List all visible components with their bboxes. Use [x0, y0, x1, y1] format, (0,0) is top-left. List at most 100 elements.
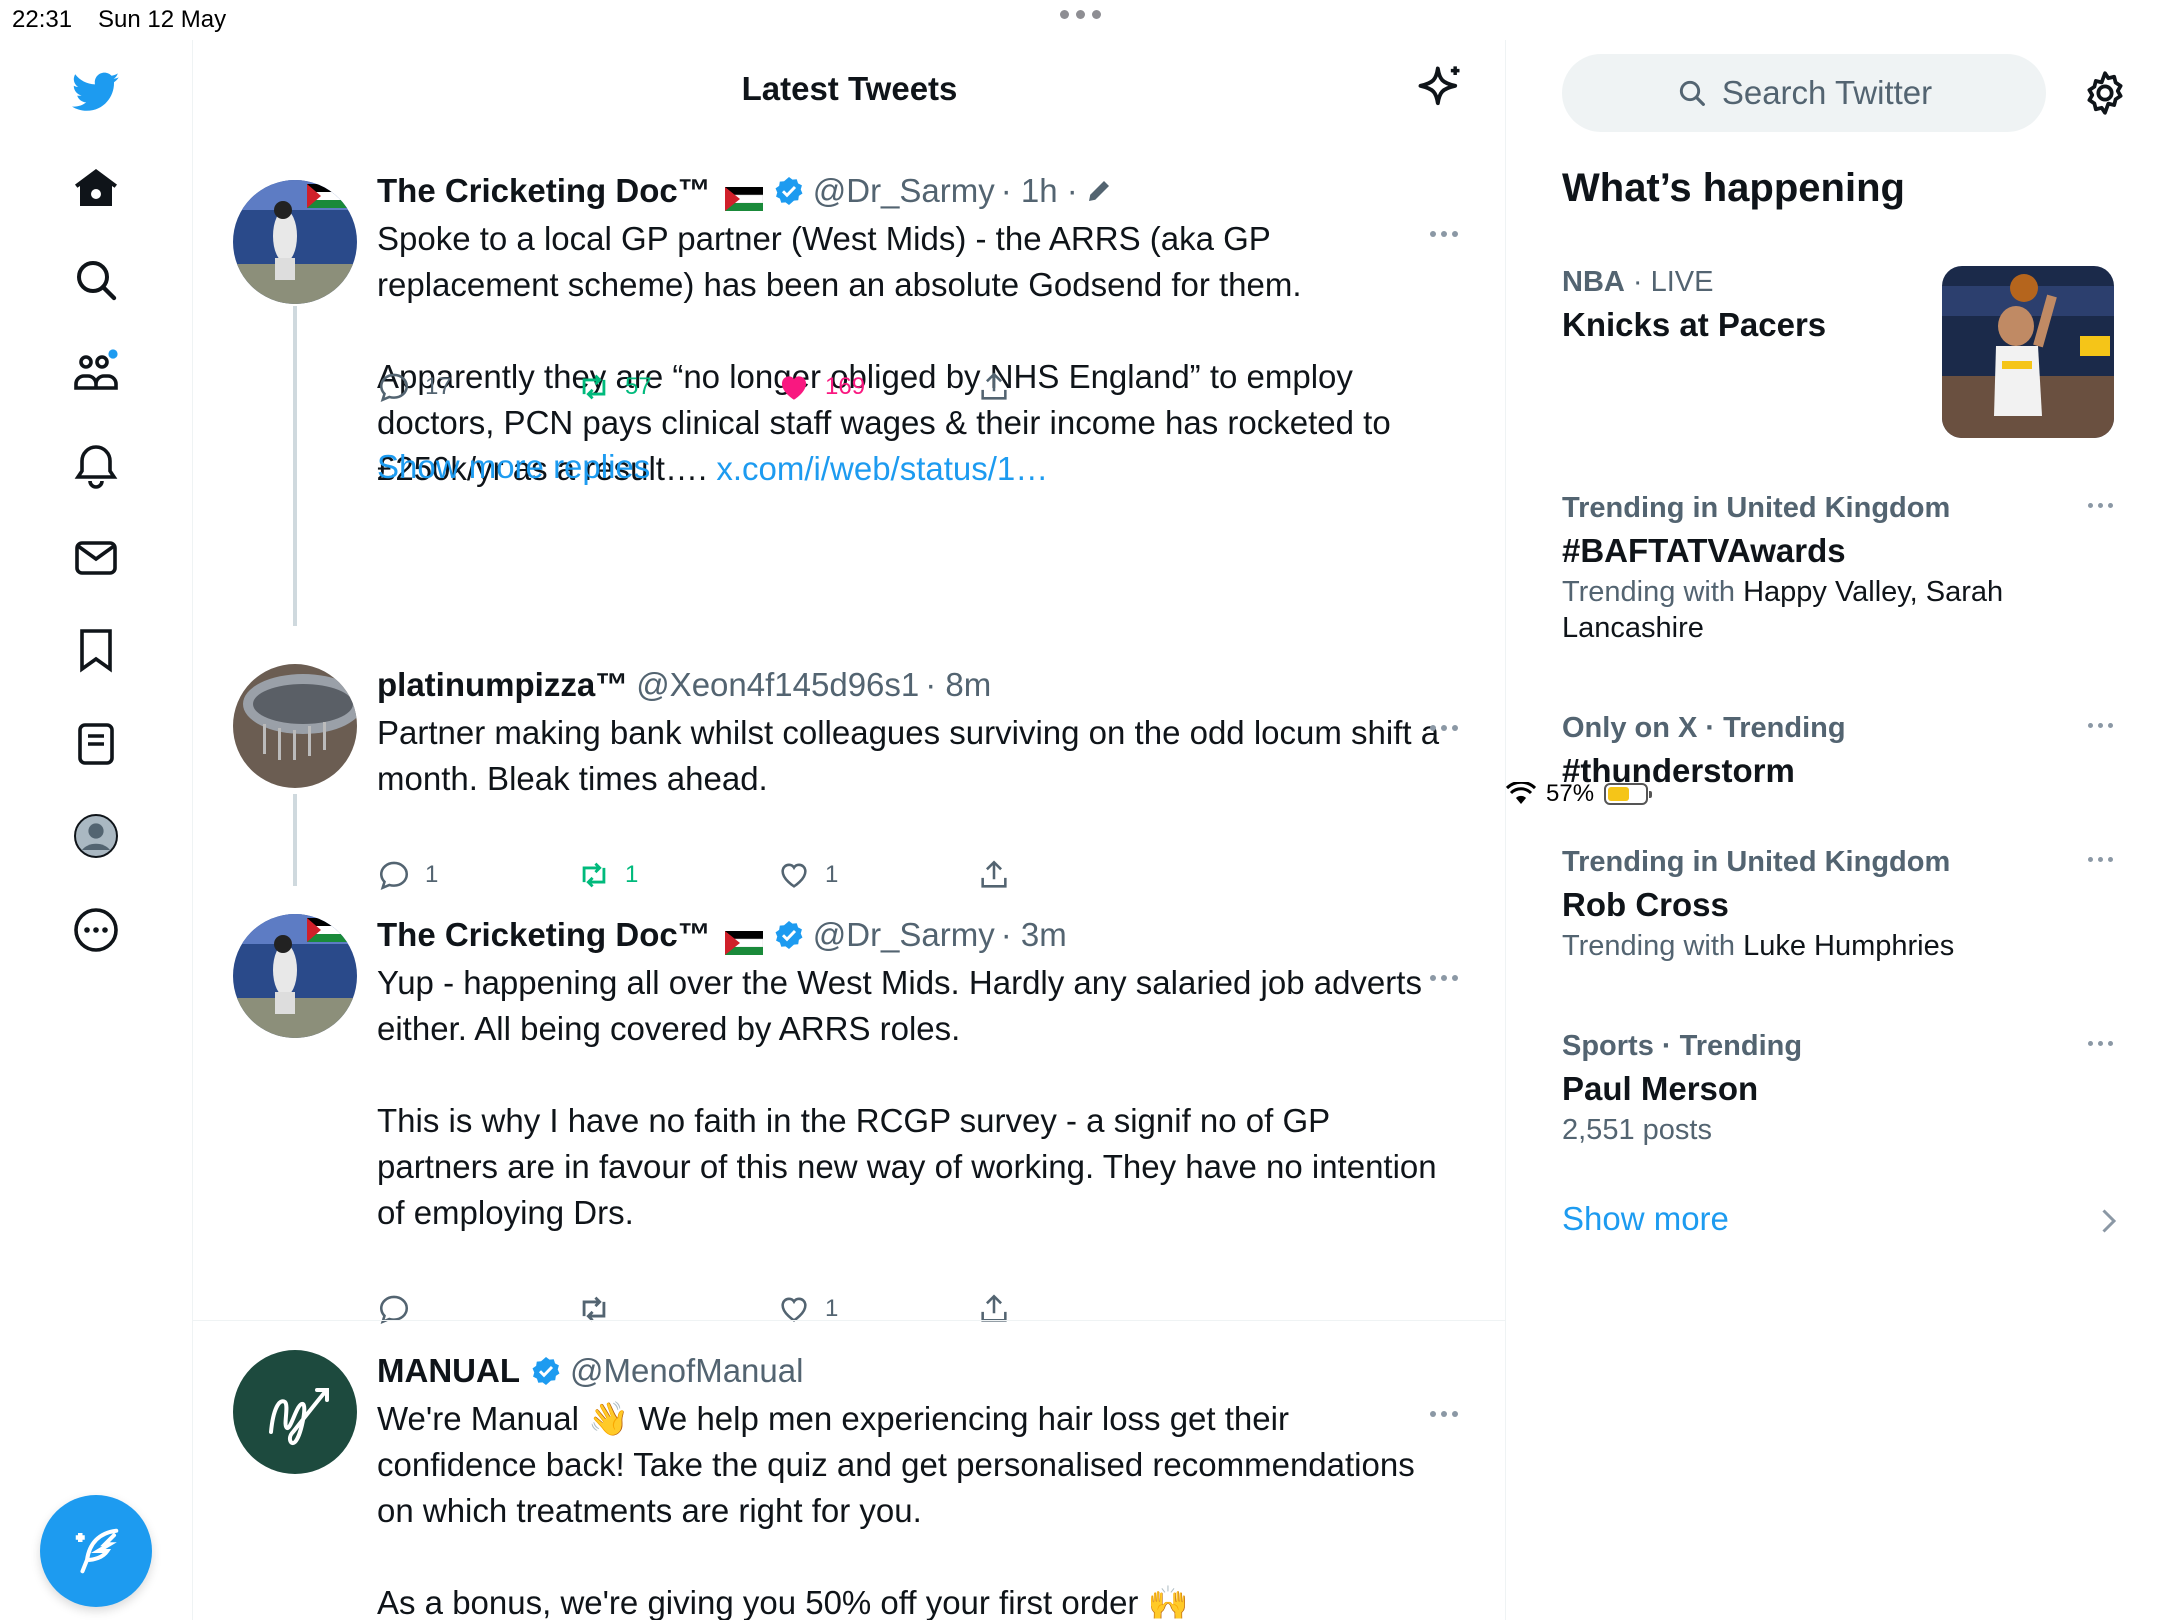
trend-image[interactable]	[1942, 266, 2114, 438]
share-icon	[981, 860, 1007, 888]
tweet-more-button[interactable]	[1430, 1404, 1466, 1424]
show-more-trends-link[interactable]: Show more	[1562, 1200, 1729, 1238]
messages-icon[interactable]	[66, 528, 126, 588]
show-more-replies-link[interactable]: Show more replies	[377, 448, 650, 486]
author-name[interactable]: platinumpizza™	[377, 664, 628, 706]
home-icon[interactable]	[66, 158, 126, 218]
share-button[interactable]	[977, 370, 1011, 404]
tweet-actions: 1	[377, 1292, 1077, 1332]
more-icon[interactable]	[66, 900, 126, 960]
twitter-logo-icon[interactable]	[66, 62, 126, 122]
tweet-more-button[interactable]	[1430, 718, 1466, 738]
author-handle[interactable]: @MenofManual	[570, 1350, 803, 1392]
avatar[interactable]	[233, 914, 357, 1038]
like-button[interactable]: 169	[777, 370, 865, 404]
edited-pencil-icon[interactable]	[1084, 176, 1114, 206]
author-name[interactable]: MANUAL	[377, 1350, 520, 1392]
avatar[interactable]	[233, 180, 357, 304]
tweet-more-button[interactable]	[1430, 968, 1466, 988]
tweet-link[interactable]: x.com/i/web/status/1…	[716, 450, 1048, 487]
like-button[interactable]: 1	[777, 858, 838, 892]
tweet-text: Partner making bank whilst colleagues su…	[377, 714, 1449, 797]
trend-status: · LIVE	[1624, 266, 1714, 298]
verified-badge-icon	[532, 1357, 560, 1385]
left-nav	[0, 40, 193, 1620]
trend-title: Rob Cross	[1562, 886, 1729, 923]
tweet-time[interactable]: · 8m	[925, 664, 991, 706]
author-name[interactable]: The Cricketing Doc™	[377, 170, 711, 212]
sparkle-icon[interactable]	[1414, 62, 1466, 114]
thread-line	[293, 794, 297, 886]
compose-tweet-button[interactable]	[40, 1495, 152, 1607]
search-icon[interactable]	[66, 250, 126, 310]
page-title: Latest Tweets	[741, 70, 958, 107]
trend-item[interactable]: Only on X · Trending #thunderstorm	[1562, 708, 2122, 794]
avatar[interactable]	[233, 1350, 357, 1474]
verified-badge-icon	[775, 921, 803, 949]
trend-category: Trending in United Kingdom	[1562, 846, 1951, 878]
profile-icon[interactable]	[66, 806, 126, 866]
reply-button[interactable]: 17	[377, 370, 452, 404]
trend-sub-label: Trending with	[1562, 930, 1744, 962]
verified-badge-icon	[775, 177, 803, 205]
author-handle[interactable]: @Dr_Sarmy	[813, 914, 995, 956]
like-count: 1	[825, 1295, 839, 1322]
chevron-right-icon[interactable]	[2096, 1206, 2120, 1236]
tweet-divider	[193, 1320, 1506, 1321]
trend-more-button[interactable]	[2088, 720, 2122, 730]
reply-count: 1	[425, 861, 439, 888]
bookmarks-icon[interactable]	[66, 620, 126, 680]
trend-category: Only on X · Trending	[1562, 712, 1846, 744]
tweet-more-button[interactable]	[1430, 224, 1466, 244]
settings-gear-icon[interactable]	[2080, 68, 2130, 118]
lists-icon[interactable]	[66, 714, 126, 774]
status-bar: 22:31 Sun 12 May 57%	[0, 0, 2160, 807]
trend-sub-label: Trending with	[1562, 576, 1744, 608]
trend-item[interactable]: Trending in United Kingdom #BAFTATVAward…	[1562, 488, 2122, 646]
communities-icon[interactable]	[66, 342, 126, 402]
trend-title: #BAFTATVAwards	[1562, 532, 1846, 569]
author-handle[interactable]: @Xeon4f145d96s1	[636, 664, 919, 706]
retweet-button[interactable]: 1	[577, 858, 638, 892]
retweet-button[interactable]: 57	[577, 370, 652, 404]
timeline-header: Latest Tweets	[193, 40, 1506, 140]
compose-tweet-icon	[75, 1528, 119, 1574]
reply-icon	[379, 373, 409, 402]
trend-item[interactable]: Trending in United Kingdom Rob Cross Tre…	[1562, 842, 2122, 964]
avatar[interactable]	[233, 664, 357, 788]
date: Sun 12 May	[98, 6, 227, 33]
trend-more-button[interactable]	[2088, 1038, 2122, 1048]
trend-item[interactable]: Sports · Trending Paul Merson 2,551 post…	[1562, 1026, 2122, 1148]
tweet-text: Yup - happening all over the West Mids. …	[377, 964, 1437, 1231]
tweet-time[interactable]: · 3m	[1001, 914, 1067, 956]
search-icon	[1679, 80, 1705, 106]
search-input[interactable]: Search Twitter	[1562, 54, 2046, 132]
right-sidebar: Search Twitter What’s happening NBA · LI…	[1506, 40, 2160, 1620]
reply-button[interactable]: 1	[377, 858, 438, 892]
notifications-icon[interactable]	[66, 436, 126, 496]
share-button[interactable]	[977, 858, 1011, 892]
like-count: 169	[825, 373, 866, 400]
share-icon	[981, 372, 1007, 400]
author-handle[interactable]: @Dr_Sarmy	[813, 170, 995, 212]
multitasking-dots[interactable]	[1060, 10, 1101, 19]
trend-category: Trending in United Kingdom	[1562, 492, 1951, 524]
trend-title: #thunderstorm	[1562, 752, 1795, 789]
whats-happening-title: What’s happening	[1562, 166, 1905, 210]
trend-related: Luke Humphries	[1743, 930, 1955, 962]
liked-heart-icon	[781, 376, 807, 400]
retweet-icon	[582, 862, 606, 888]
trend-post-count: 2,551 posts	[1562, 1114, 1712, 1146]
thread-line	[293, 306, 297, 626]
trend-category: Sports · Trending	[1562, 1030, 1803, 1062]
tweet-actions: 17 57 169	[377, 370, 1077, 410]
tweet-actions: 1 1 1	[377, 858, 1077, 898]
trend-more-button[interactable]	[2088, 500, 2122, 510]
author-name[interactable]: The Cricketing Doc™	[377, 914, 711, 956]
tweet-time[interactable]: · 1h ·	[1001, 170, 1078, 212]
main-timeline: Latest Tweets The Cricketing Doc™ @Dr_Sa…	[193, 40, 1506, 1620]
tweet-text: We're Manual 👋 We help men experiencing …	[377, 1400, 1415, 1620]
trend-more-button[interactable]	[2088, 854, 2122, 864]
retweet-count: 57	[625, 373, 652, 400]
retweet-icon	[582, 374, 606, 400]
